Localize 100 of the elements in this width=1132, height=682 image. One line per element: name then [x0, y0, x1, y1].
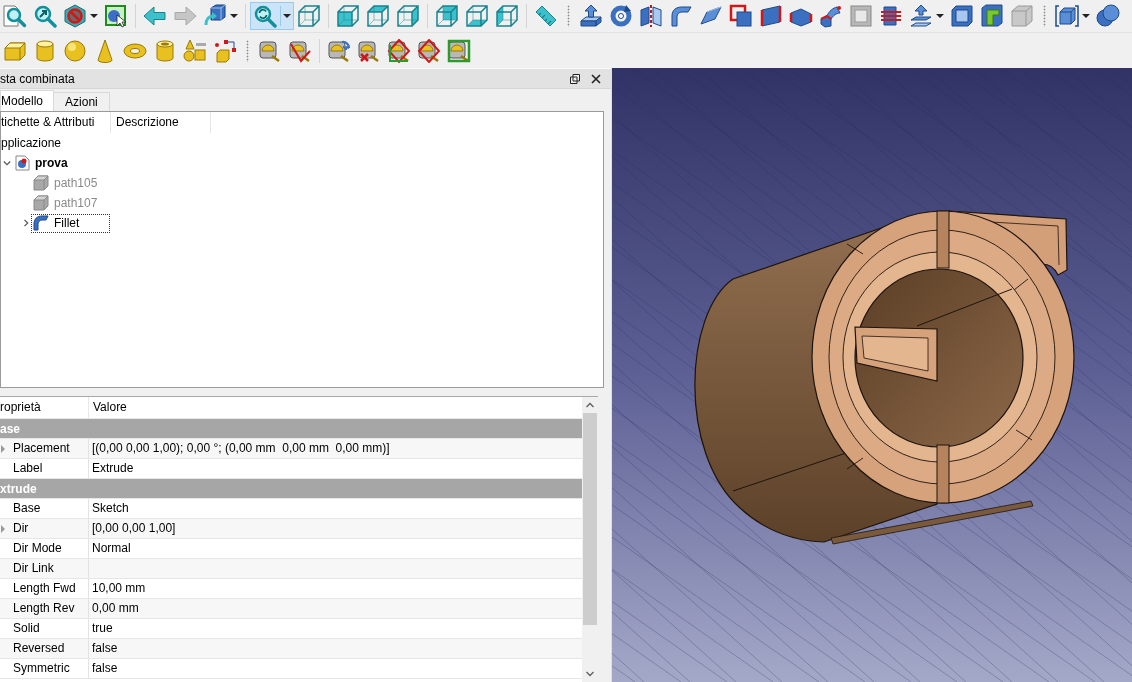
ruler-icon — [534, 4, 558, 28]
right-arrow-icon — [173, 4, 197, 28]
triangle-right-icon[interactable] — [1, 524, 5, 533]
cube-cursor-icon — [104, 4, 128, 28]
chevron-right-icon[interactable] — [21, 219, 30, 227]
left-arrow-icon — [143, 4, 167, 28]
cube-rear-icon — [435, 4, 459, 28]
cube-front-icon — [336, 4, 360, 28]
bracketed-cube-icon — [1055, 4, 1079, 28]
property-value: false — [91, 660, 119, 677]
tape-measure-swirl-icon — [327, 38, 351, 63]
tape-measure-icon — [258, 38, 282, 63]
property-value: 10,00 mm — [91, 580, 147, 597]
tree-item[interactable]: path105 — [31, 173, 129, 193]
column-header: roprietà — [0, 397, 89, 418]
toolbar-handle[interactable] — [567, 5, 570, 27]
property-row[interactable]: Length Rev 0,00 mm — [0, 599, 582, 619]
two-spheres-icon — [1096, 4, 1120, 28]
ruled-panel-icon — [759, 4, 783, 28]
tube-icon — [153, 38, 177, 63]
cube-top-icon — [366, 4, 390, 28]
sphere-icon — [63, 38, 87, 63]
toolbar-handle[interactable] — [246, 39, 249, 62]
layers-up-arrow-icon — [909, 4, 933, 28]
tab[interactable]: Azioni — [54, 92, 110, 111]
tape-measure-cross-icon — [357, 38, 381, 63]
property-name: Length Rev — [10, 599, 89, 618]
caret-down-icon[interactable] — [936, 14, 944, 18]
tab[interactable]: Modello — [0, 90, 55, 111]
toolbar-handle[interactable] — [1043, 5, 1046, 27]
close-icon[interactable] — [591, 73, 601, 84]
hollow-box-icon — [950, 4, 974, 28]
property-value: false — [91, 640, 119, 657]
magnifier-arrow-icon — [33, 4, 57, 28]
step-block-icon — [980, 4, 1004, 28]
property-row[interactable]: Placement [(0,00 0,00 1,00); 0,00 °; (0,00 mm 0,00 mm 0,00 mm)] — [0, 439, 582, 459]
property-name: Dir Link — [10, 559, 89, 578]
overlapping-squares-icon[interactable] — [570, 73, 580, 84]
square-frame-icon — [849, 4, 873, 28]
tape-measure-angle-icon — [288, 38, 312, 63]
property-value: 0,00 mm — [91, 600, 140, 617]
property-value: [0,00 0,00 1,00] — [91, 520, 177, 537]
tree-item[interactable]: Fillet — [31, 213, 111, 233]
property-row[interactable]: Dir Link — [0, 559, 582, 579]
property-value: true — [91, 620, 114, 637]
property-row[interactable]: Label Extrude — [0, 459, 582, 479]
column-header: Descrizione — [111, 112, 211, 133]
magnifier-page-icon — [3, 4, 27, 28]
tree-item[interactable]: pplicazione — [1, 133, 92, 153]
chevron-down-icon[interactable] — [2, 159, 11, 167]
property-row[interactable]: Dir Mode Normal — [0, 539, 582, 559]
3d-viewport[interactable] — [611, 68, 1132, 682]
cube-right-icon — [396, 4, 420, 28]
property-name: Base — [10, 499, 89, 518]
toolbar-button[interactable] — [1093, 2, 1123, 30]
primitive-shapes-icon — [183, 38, 207, 63]
caret-down-icon[interactable] — [1082, 14, 1090, 18]
column-header: tichette & Attributi — [1, 112, 111, 133]
document-icon — [14, 155, 30, 171]
property-row[interactable]: Solid true — [0, 619, 582, 639]
bevel-sheet-icon — [699, 4, 723, 28]
property-value: [(0,00 0,00 1,00); 0,00 °; (0,00 mm 0,00 mm 0,00 mm)] — [91, 440, 391, 457]
toolbar-button[interactable] — [1052, 2, 1093, 30]
property-row[interactable]: Base Sketch — [0, 499, 582, 519]
cube-nodes-icon — [213, 38, 237, 63]
scrollbar-thumb[interactable] — [583, 413, 597, 625]
caret-down-icon[interactable] — [280, 6, 291, 26]
column-header: Valore — [92, 399, 127, 416]
cube-bottom-icon — [465, 4, 489, 28]
tape-measure-diamond-icon — [417, 38, 441, 63]
tape-measure-diamond-frame-icon — [387, 38, 411, 63]
wireframe-cube-icon — [297, 4, 321, 28]
property-row[interactable]: Dir [0,00 0,00 1,00] — [0, 519, 582, 539]
mirrored-panels-icon — [639, 4, 663, 28]
toolbar-button[interactable] — [250, 2, 294, 30]
caret-down-icon[interactable] — [230, 14, 238, 18]
property-name: Dir Mode — [10, 539, 89, 558]
sliced-block-icon — [879, 4, 903, 28]
curved-sheet-icon — [669, 4, 693, 28]
property-value: Normal — [91, 540, 132, 557]
property-row[interactable]: Symmetric false — [0, 659, 582, 679]
property-name: Reversed — [10, 639, 89, 658]
property-name: Dir — [10, 519, 89, 538]
tree-item[interactable]: path107 — [31, 193, 129, 213]
triangle-right-icon[interactable] — [1, 444, 5, 453]
tape-measure-frame-icon — [447, 38, 471, 63]
magnifier-refresh-icon — [253, 4, 277, 28]
cube-icon — [33, 175, 49, 191]
property-name: Label — [10, 459, 89, 478]
cube-icon — [1010, 4, 1034, 28]
no-entry-icon — [63, 4, 87, 28]
tree-item[interactable]: prova — [12, 153, 99, 173]
curved-sheet-icon — [33, 215, 49, 231]
property-row[interactable]: Length Fwd 10,00 mm — [0, 579, 582, 599]
box-up-arrow-icon — [579, 4, 603, 28]
property-name: Length Fwd — [10, 579, 89, 598]
cube-curved-arrow-icon — [203, 4, 227, 28]
property-row[interactable]: Reversed false — [0, 639, 582, 659]
caret-down-icon[interactable] — [90, 14, 98, 18]
panel-title: sta combinata — [0, 71, 76, 86]
